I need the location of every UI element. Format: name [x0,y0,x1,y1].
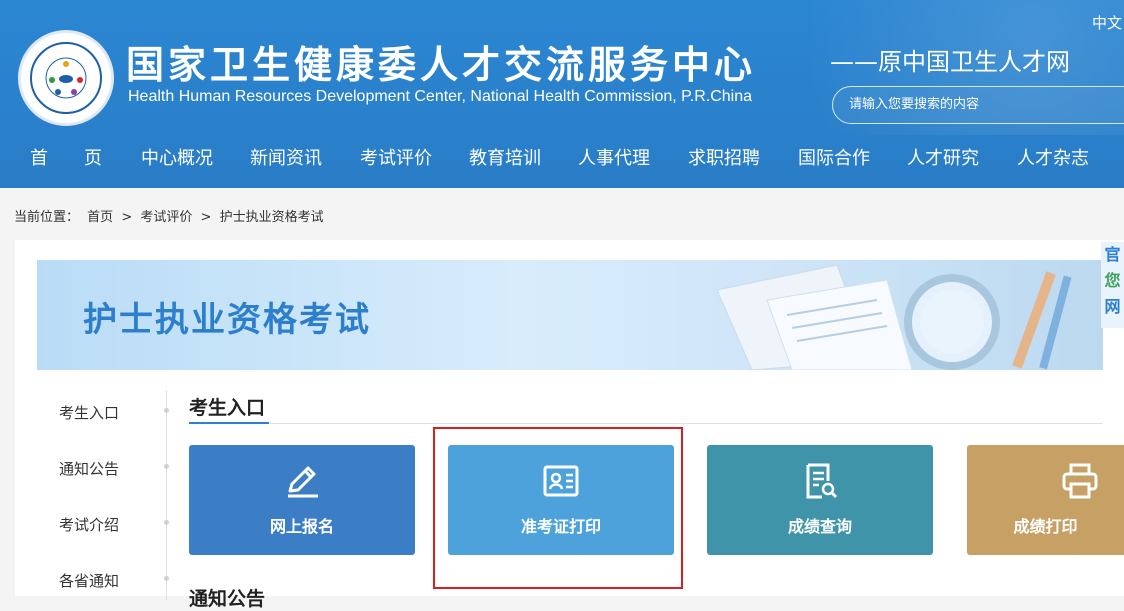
banner-title: 护士执业资格考试 [83,300,371,340]
search-input[interactable]: 请输入您要搜索的内容 [832,86,1124,124]
site-title: 国家卫生健康委人才交流服务中心 [126,43,757,87]
breadcrumb-prefix: 当前位置： [14,210,80,225]
nav-item-home[interactable]: 首 页 [30,135,102,187]
sidebar-dot [164,408,169,413]
sidebar-divider [166,390,167,600]
section-underline [189,422,269,424]
online-registration-button[interactable]: 网上报名 [189,445,415,555]
nav-item-news[interactable]: 新闻资讯 [250,135,322,187]
site-header: 国家卫生健康委人才交流服务中心 Health Human Resources D… [0,0,1124,188]
breadcrumb-exams[interactable]: 考试评价 [140,210,192,225]
nav-item-exams[interactable]: 考试评价 [360,135,432,187]
float-char: 您 [1104,271,1121,290]
document-search-icon [806,463,838,499]
nav-item-jobs[interactable]: 求职招聘 [688,135,760,187]
section-title: 考生入口 [189,397,266,419]
pencil-icon [288,466,318,498]
sidebar-item-exam-intro[interactable]: 考试介绍 [59,514,119,535]
site-title-english: Health Human Resources Development Cente… [128,88,752,105]
nav-item-about[interactable]: 中心概况 [141,135,213,187]
sidebar-item-candidate-entry[interactable]: 考生入口 [59,402,119,423]
score-query-button[interactable]: 成绩查询 [707,445,933,555]
nav-item-personnel[interactable]: 人事代理 [578,135,650,187]
sidebar-dot [164,520,169,525]
notices-section-title: 通知公告 [189,588,266,610]
float-char: 网 [1104,297,1121,316]
score-print-button[interactable]: 成绩打印 [967,445,1124,555]
site-logo[interactable] [18,30,114,126]
breadcrumb-home[interactable]: 首页 [87,210,113,225]
breadcrumb-current: 护士执业资格考试 [219,210,324,225]
breadcrumb: 当前位置： 首页 > 考试评价 > 护士执业资格考试 [14,206,328,225]
nav-item-research[interactable]: 人才研究 [907,135,979,187]
floating-side-panel[interactable]: 官 您 网 [1101,242,1124,328]
sidebar-dot [164,576,169,581]
nav-item-training[interactable]: 教育培训 [469,135,541,187]
printer-icon [1062,463,1098,499]
nav-item-magazine[interactable]: 人才杂志 [1017,135,1089,187]
tile-label: 成绩打印 [1013,517,1078,536]
nav-item-international[interactable]: 国际合作 [798,135,870,187]
sidebar-item-provincial-notices[interactable]: 各省通知 [59,570,119,591]
breadcrumb-separator: > [200,210,212,225]
breadcrumb-separator: > [121,210,133,225]
tile-label: 网上报名 [269,517,334,536]
sidebar: 考生入口 通知公告 考试介绍 各省通知 [15,370,175,600]
highlight-box [433,427,683,589]
banner-illustration-icon [716,264,1072,370]
section-divider [189,423,1103,424]
float-char: 官 [1104,245,1121,264]
logo-emblem-icon [45,57,87,99]
sidebar-item-notices[interactable]: 通知公告 [59,458,119,479]
site-subtitle: ——原中国卫生人才网 [830,48,1070,76]
tile-label: 成绩查询 [787,517,852,536]
language-link[interactable]: 中文 [1092,12,1122,33]
sidebar-dot [164,464,169,469]
page-banner: 护士执业资格考试 [37,260,1103,370]
main-nav: 首 页 中心概况 新闻资讯 考试评价 教育培训 人事代理 求职招聘 国际合作 人… [0,135,1124,187]
